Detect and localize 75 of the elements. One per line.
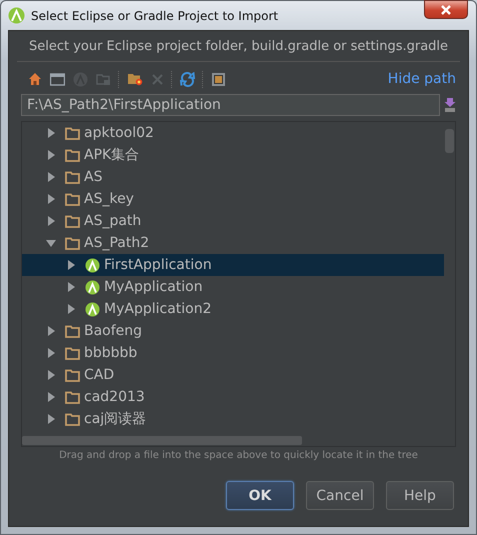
folder-icon — [65, 192, 80, 206]
android-icon — [85, 302, 100, 316]
folder-icon — [65, 214, 80, 228]
tree-row[interactable]: FirstApplication — [22, 254, 444, 276]
folder-icon — [65, 412, 80, 426]
expand-arrow-icon[interactable] — [66, 304, 76, 314]
scrollbar-thumb[interactable] — [22, 436, 302, 445]
folder-icon — [65, 324, 80, 338]
tree-row[interactable]: bbbbbb — [22, 342, 444, 364]
expand-arrow-icon[interactable] — [46, 172, 56, 182]
refresh-icon[interactable] — [180, 72, 195, 86]
window-title: Select Eclipse or Gradle Project to Import — [31, 8, 278, 22]
tree-row[interactable]: caj阅读器 — [22, 408, 444, 430]
download-icon[interactable] — [444, 97, 456, 113]
folder-icon — [65, 236, 80, 250]
dialog-button[interactable]: Cancel — [306, 481, 374, 510]
expand-arrow-icon[interactable] — [46, 150, 56, 160]
tree-item[interactable]: FirstApplication — [104, 257, 212, 273]
tree-row[interactable]: AS — [22, 166, 444, 188]
close-button[interactable] — [424, 0, 468, 19]
tree-row[interactable]: apktool02 — [22, 122, 444, 144]
tree-row[interactable]: MyApplication2 — [22, 298, 444, 320]
tree-row[interactable]: Baofeng — [22, 320, 444, 342]
tree-row[interactable]: AS_Path2 — [22, 232, 444, 254]
scrollbar-thumb[interactable] — [445, 129, 454, 153]
tree-item[interactable]: Baofeng — [84, 323, 142, 339]
tree-item[interactable]: APK集合 — [84, 146, 140, 164]
tree-item[interactable]: MyApplication — [104, 279, 203, 295]
tree-row[interactable]: APK集合 — [22, 144, 444, 166]
expand-arrow-icon[interactable] — [46, 392, 56, 402]
dialog-button[interactable]: OK — [226, 481, 294, 510]
expand-arrow-icon[interactable] — [46, 128, 56, 138]
tree-item[interactable]: AS_Path2 — [84, 235, 150, 251]
expand-arrow-icon[interactable] — [46, 326, 56, 336]
tree-item[interactable]: bbbbbb — [84, 345, 138, 361]
toggle-icon[interactable] — [211, 72, 226, 86]
android-logo-icon — [8, 7, 25, 24]
folder-icon — [65, 390, 80, 404]
tree-row[interactable]: CAD — [22, 364, 444, 386]
tree-row[interactable]: MyApplication — [22, 276, 444, 298]
android-icon — [85, 258, 100, 272]
expand-arrow-icon[interactable] — [46, 194, 56, 204]
expand-arrow-icon[interactable] — [46, 370, 56, 380]
tree-item[interactable]: MyApplication2 — [104, 301, 212, 317]
hide-path-link[interactable]: Hide path — [388, 71, 456, 87]
hint-text: Drag and drop a file into the space above to quickly locate it in the tree — [58, 450, 419, 461]
expand-arrow-icon[interactable] — [46, 238, 56, 248]
folder-icon — [65, 126, 80, 140]
expand-arrow-icon[interactable] — [46, 348, 56, 358]
new-folder-icon[interactable] — [127, 72, 143, 86]
dialog-button[interactable]: Help — [386, 481, 454, 510]
tree-item[interactable]: cad2013 — [84, 389, 145, 405]
expand-arrow-icon[interactable] — [66, 282, 76, 292]
tree-item[interactable]: CAD — [84, 367, 114, 383]
folder-icon — [65, 368, 80, 382]
close-icon — [440, 4, 452, 14]
folder-icon — [65, 346, 80, 360]
tree-item[interactable]: AS_key — [84, 191, 134, 207]
window-icon[interactable] — [50, 72, 65, 86]
tree-item[interactable]: caj阅读器 — [84, 410, 146, 428]
expand-arrow-icon[interactable] — [46, 216, 56, 226]
dialog-heading: Select your Eclipse project folder, build.gradle or settings.gradle — [17, 31, 460, 62]
tree-item[interactable]: apktool02 — [84, 125, 154, 141]
tree-item[interactable]: AS — [84, 169, 102, 185]
path-field[interactable]: F:\AS_Path2\FirstApplication — [21, 94, 440, 116]
tree-row[interactable]: cad2013 — [22, 386, 444, 408]
expand-arrow-icon[interactable] — [46, 414, 56, 424]
folder-icon — [65, 170, 80, 184]
home-icon[interactable] — [28, 72, 42, 86]
tree-row[interactable]: AS_path — [22, 210, 444, 232]
tree-item[interactable]: AS_path — [84, 213, 142, 229]
android-icon — [85, 280, 100, 294]
tree-row[interactable]: AS_key — [22, 188, 444, 210]
expand-arrow-icon[interactable] — [66, 260, 76, 270]
folder-icon — [65, 148, 80, 162]
